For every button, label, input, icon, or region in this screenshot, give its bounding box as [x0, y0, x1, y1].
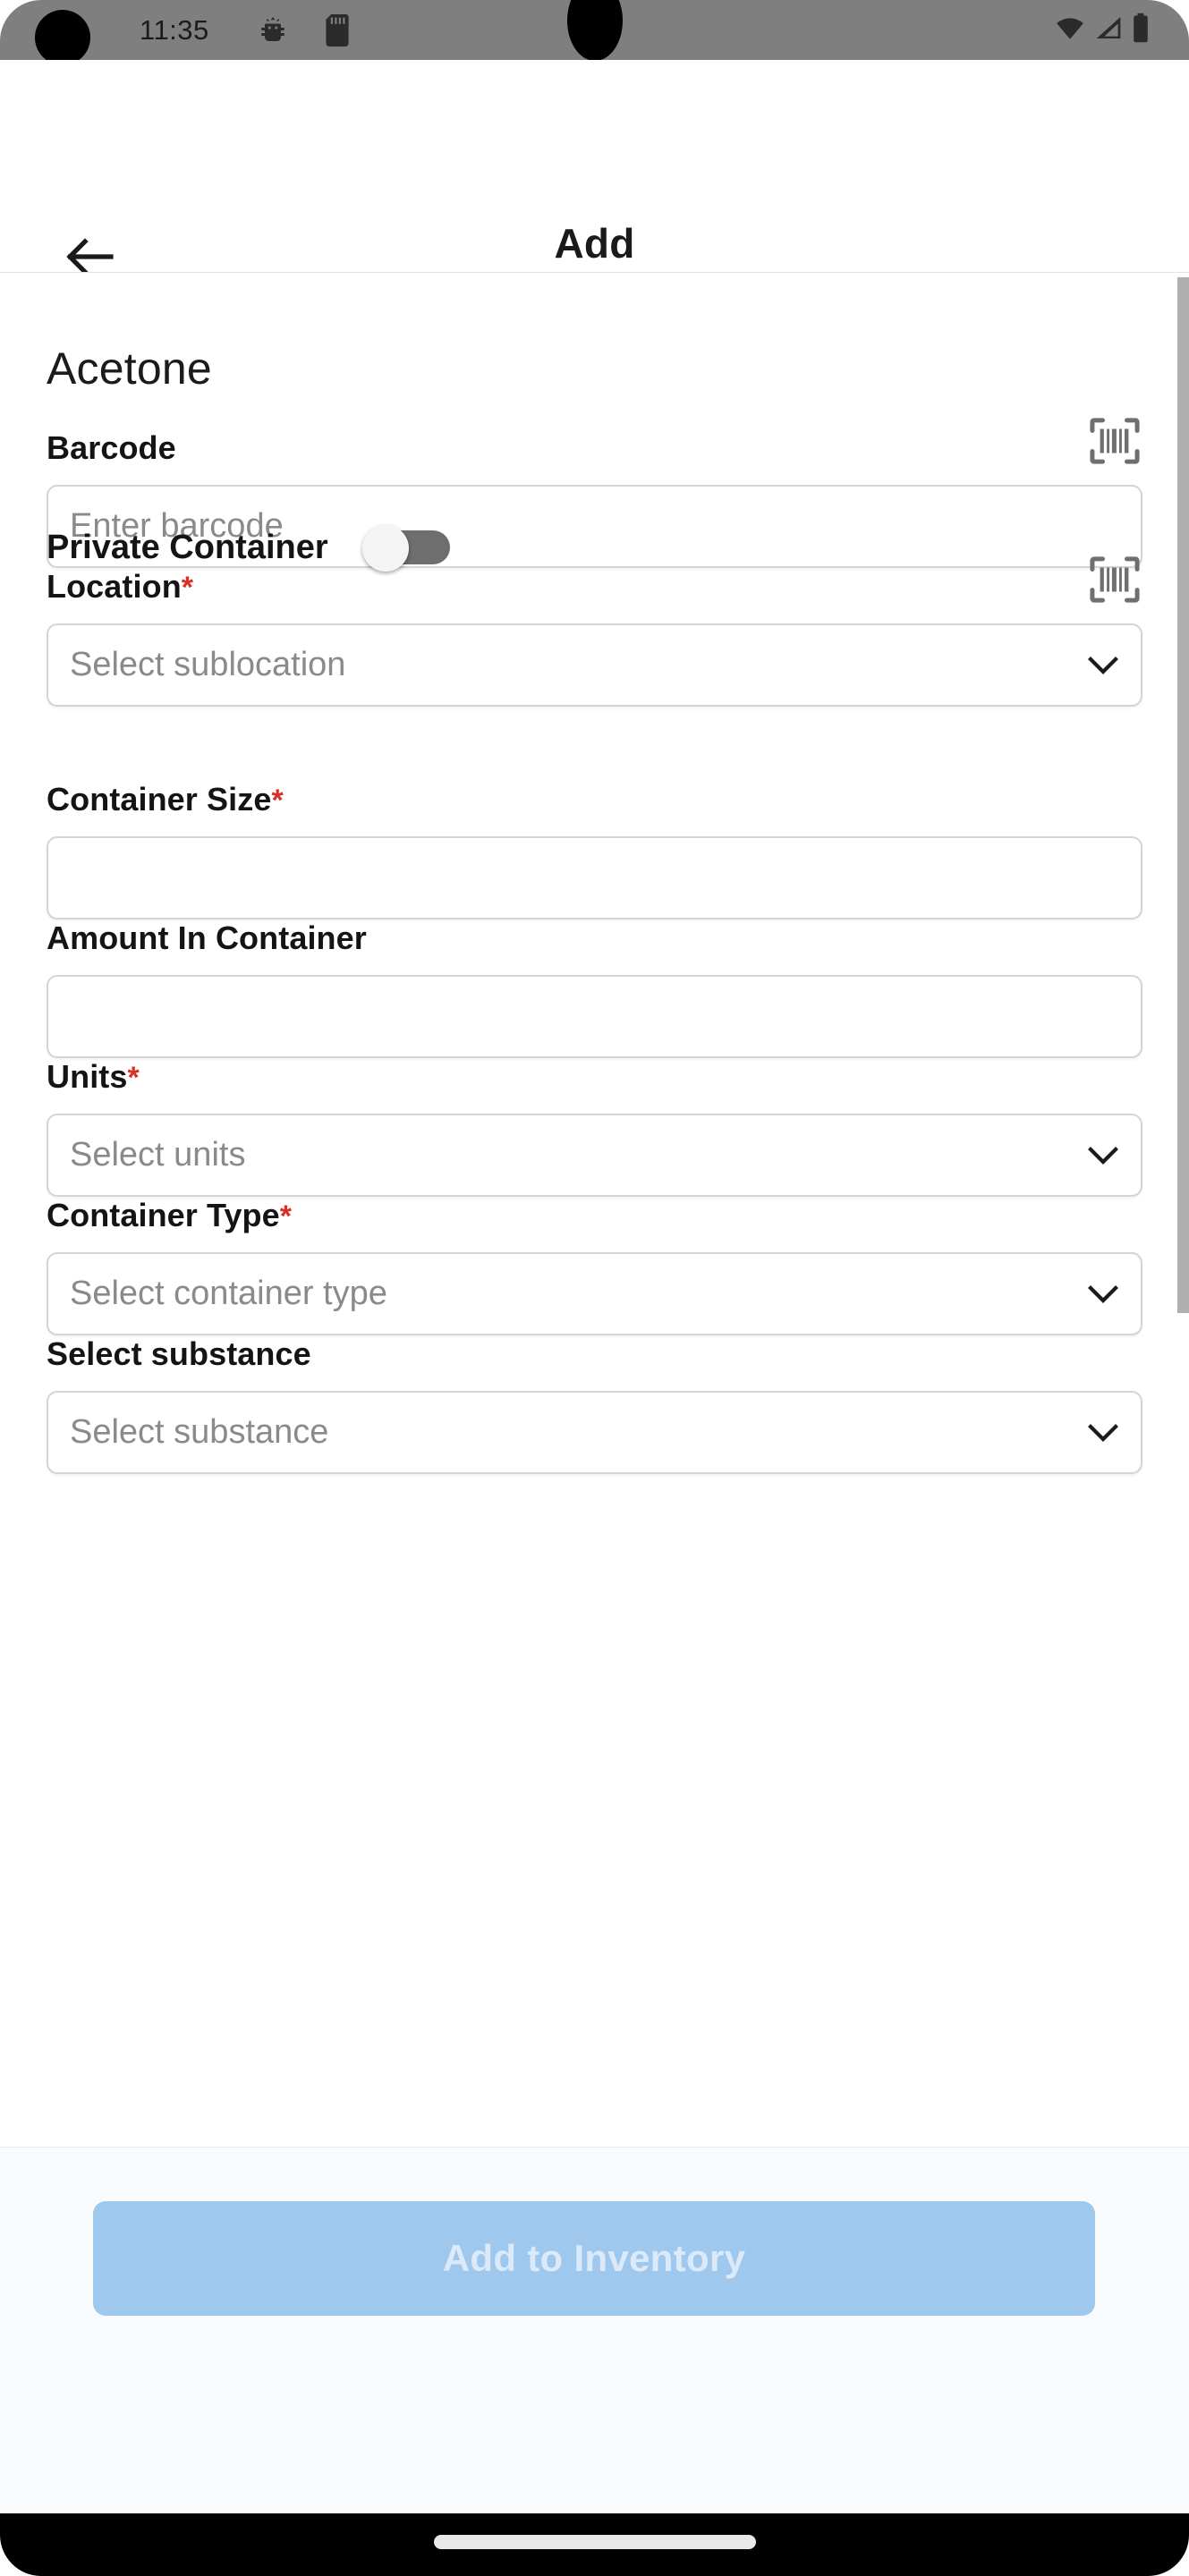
battery-icon — [1134, 13, 1148, 43]
chevron-down-icon — [1088, 1284, 1118, 1303]
location-placeholder: Select sublocation — [70, 646, 346, 683]
toggle-knob — [361, 525, 409, 572]
container-type-select[interactable]: Select container type — [47, 1252, 1142, 1335]
substance-name-heading: Acetone — [47, 343, 212, 394]
field-substance: Select substance Select substance — [47, 1335, 1142, 1474]
system-navigation-bar — [0, 2513, 1189, 2576]
amount-in-container-label: Amount In Container — [47, 919, 367, 956]
container-size-input[interactable] — [47, 836, 1142, 919]
camera-cutout-icon — [35, 10, 90, 60]
status-right-icons — [1055, 13, 1150, 43]
container-type-required-mark: * — [279, 1199, 292, 1233]
amount-in-container-input[interactable] — [47, 975, 1142, 1058]
container-size-required-mark: * — [271, 784, 284, 818]
barcode-scan-icon — [1090, 556, 1140, 603]
front-camera-cutout-icon — [567, 0, 623, 60]
container-type-placeholder: Select container type — [70, 1275, 387, 1312]
chevron-down-icon — [1088, 1423, 1118, 1442]
signal-icon — [1096, 17, 1121, 38]
scrollbar-thumb[interactable] — [1177, 277, 1189, 1313]
wifi-icon — [1057, 18, 1083, 39]
private-container-toggle[interactable] — [361, 525, 450, 572]
substance-label: Select substance — [47, 1335, 311, 1372]
barcode-label: Barcode — [47, 429, 176, 466]
form-scroll-area[interactable]: Acetone Barcode Enter barcode Location* … — [0, 273, 1189, 2147]
private-container-row[interactable]: Private Container — [47, 525, 450, 572]
units-required-mark: * — [127, 1061, 140, 1095]
status-time: 11:35 — [140, 14, 209, 46]
field-location: Location* Select sublocation — [47, 556, 1142, 707]
substance-select[interactable]: Select substance — [47, 1391, 1142, 1474]
bottom-action-bar: Add to Inventory — [0, 2147, 1189, 2513]
location-select[interactable]: Select sublocation — [47, 623, 1142, 707]
units-label: Units — [47, 1058, 128, 1095]
phone-screen: 11:35 Add Acetone Barcode Enter barcode … — [0, 0, 1189, 2576]
private-container-label: Private Container — [47, 528, 328, 566]
field-container-type: Container Type* Select container type — [47, 1197, 1142, 1335]
barcode-scan-icon — [1090, 418, 1140, 464]
chevron-down-icon — [1088, 656, 1118, 674]
scrollbar-track[interactable] — [1177, 273, 1189, 2147]
field-amount-in-container: Amount In Container — [47, 919, 1142, 1058]
field-units: Units* Select units — [47, 1058, 1142, 1197]
field-container-size: Container Size* — [47, 781, 1142, 919]
container-size-label: Container Size — [47, 781, 272, 818]
app-bar: Add — [0, 60, 1189, 275]
home-indicator[interactable] — [433, 2535, 756, 2549]
units-placeholder: Select units — [70, 1136, 246, 1174]
status-bar: 11:35 — [0, 0, 1189, 60]
units-select[interactable]: Select units — [47, 1114, 1142, 1197]
page-title: Add — [554, 220, 635, 267]
barcode-scan-icon-button[interactable] — [1089, 417, 1142, 469]
add-to-inventory-button[interactable]: Add to Inventory — [93, 2201, 1095, 2316]
android-debug-icon — [261, 17, 285, 41]
location-required-mark: * — [181, 571, 194, 605]
container-type-label: Container Type — [47, 1197, 280, 1233]
location-scan-icon-button[interactable] — [1089, 555, 1142, 607]
substance-placeholder: Select substance — [70, 1413, 329, 1451]
location-label: Location — [47, 568, 182, 605]
sd-card-icon — [326, 14, 349, 47]
chevron-down-icon — [1088, 1146, 1118, 1165]
